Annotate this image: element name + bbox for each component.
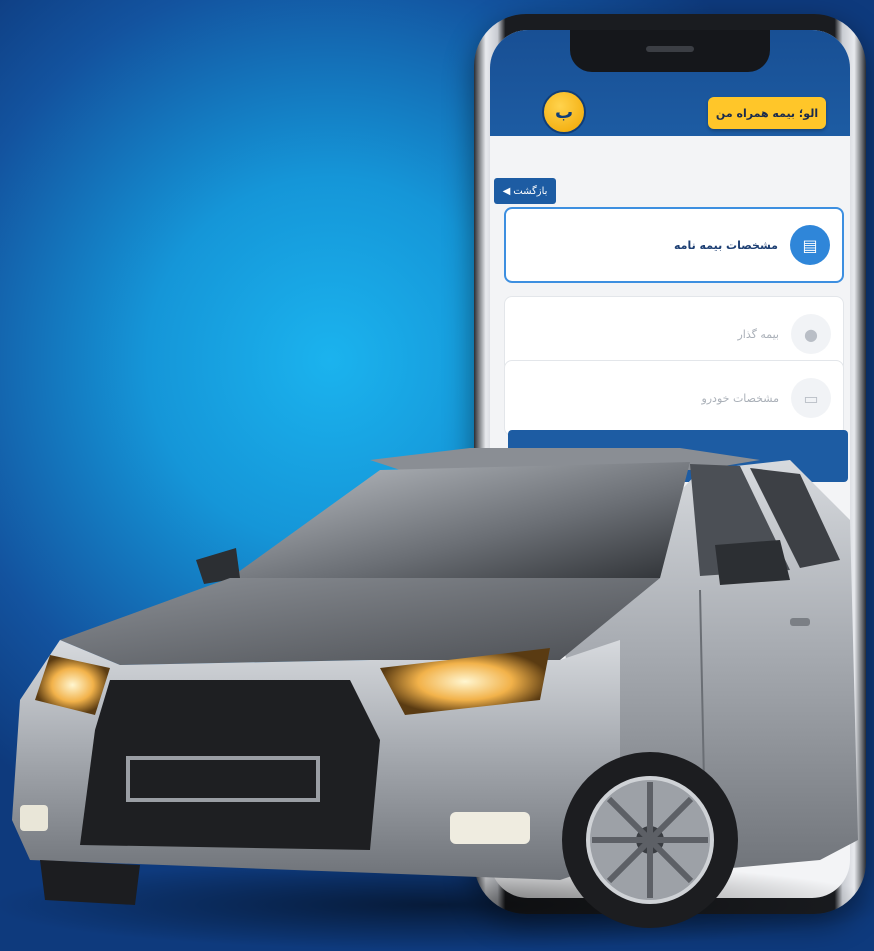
continue-button[interactable]: ادامه bbox=[508, 430, 848, 482]
phone-screen: ب الو؛ بیمه همراه من بازگشت ◀ ▤ مشخصات ب… bbox=[490, 30, 850, 898]
phone-notch bbox=[570, 30, 770, 72]
user-icon: ● bbox=[791, 314, 831, 354]
offer-button[interactable]: الو؛ بیمه همراه من bbox=[708, 97, 826, 129]
phone-speaker bbox=[646, 46, 694, 52]
rear-left-tire bbox=[40, 860, 140, 905]
logo-glyph: ب bbox=[554, 101, 574, 123]
license-plate bbox=[126, 756, 320, 802]
left-headlight bbox=[35, 655, 110, 715]
car-icon: ▭ bbox=[791, 378, 831, 418]
id-card-icon: ▤ bbox=[790, 225, 830, 265]
step-label: بیمه گذار bbox=[737, 327, 779, 341]
back-button-label: بازگشت bbox=[513, 185, 548, 197]
left-fog-light bbox=[20, 805, 48, 831]
step-label: مشخصات خودرو bbox=[701, 391, 779, 405]
step-policy-details[interactable]: ▤ مشخصات بیمه نامه bbox=[504, 207, 844, 283]
car-grille bbox=[80, 680, 380, 850]
car-front-mirror bbox=[196, 548, 240, 584]
step-vehicle-details[interactable]: ▭ مشخصات خودرو bbox=[504, 360, 844, 436]
step-label: مشخصات بیمه نامه bbox=[673, 238, 778, 252]
back-button[interactable]: بازگشت ◀ bbox=[494, 178, 556, 204]
app-logo: ب bbox=[542, 90, 586, 134]
smartphone: ب الو؛ بیمه همراه من بازگشت ◀ ▤ مشخصات ب… bbox=[474, 14, 866, 914]
back-arrow-icon: ◀ bbox=[502, 185, 511, 197]
